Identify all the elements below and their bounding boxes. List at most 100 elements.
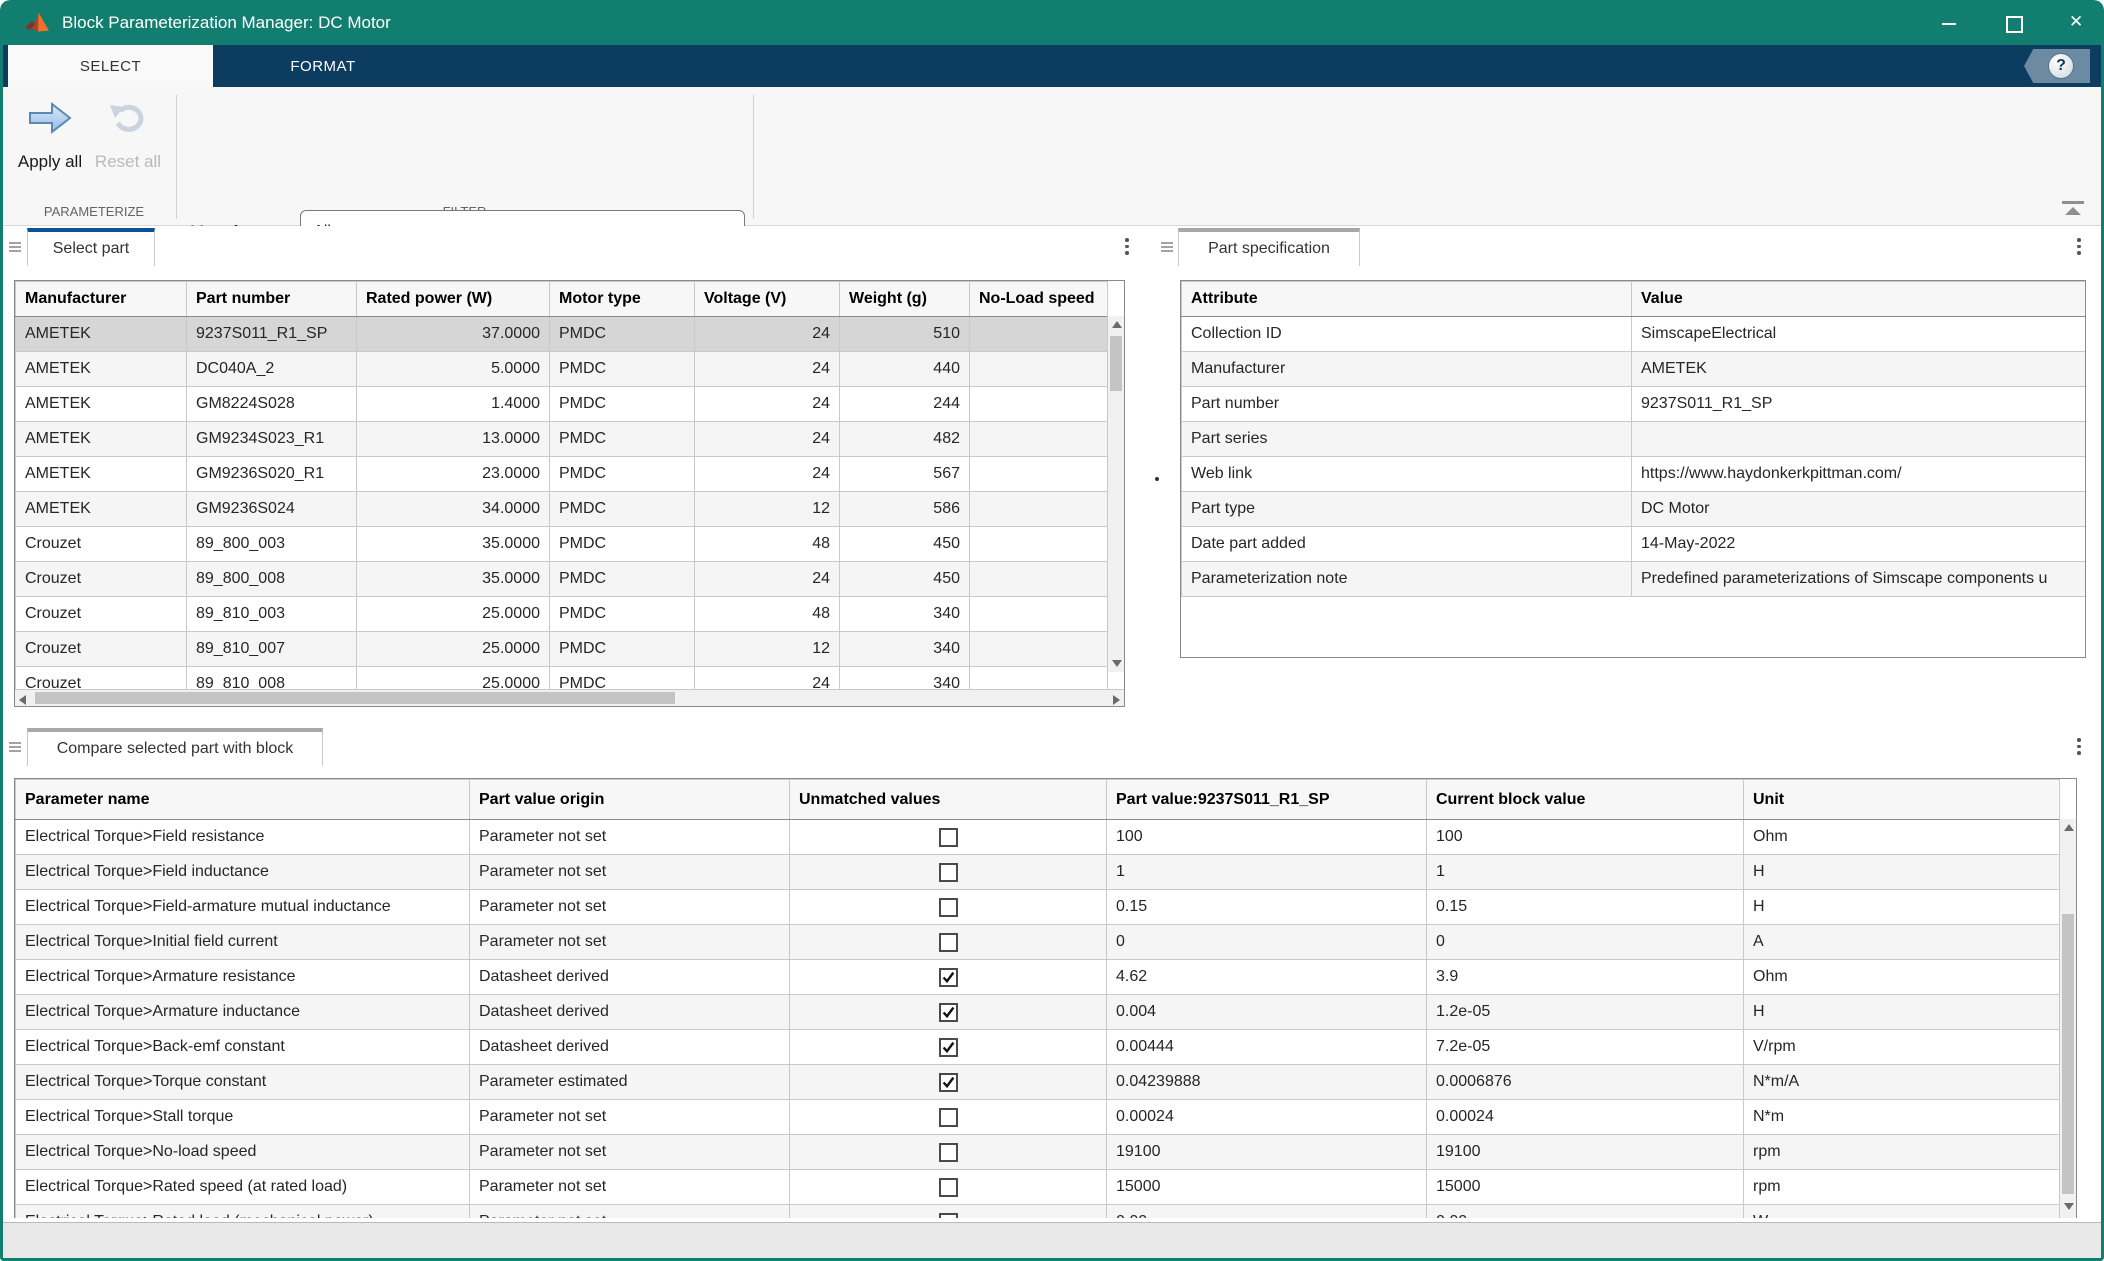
cell-unit: Ohm bbox=[1744, 960, 2060, 995]
window-title: Block Parameterization Manager: DC Motor bbox=[62, 13, 391, 33]
scroll-right-arrow[interactable] bbox=[1107, 690, 1124, 707]
scroll-up-arrow[interactable] bbox=[1108, 316, 1125, 333]
column-header-manufacturer[interactable]: Manufacturer bbox=[16, 282, 187, 317]
compare-row[interactable]: Electrical Torque>Field inductanceParame… bbox=[16, 855, 2060, 890]
parameterize-section-label: PARAMETERIZE bbox=[12, 204, 176, 219]
cell-voltage: 24 bbox=[695, 387, 840, 422]
unchecked-checkbox[interactable] bbox=[939, 1178, 958, 1197]
select-part-horizontal-scrollbar[interactable] bbox=[15, 689, 1124, 706]
select-part-row[interactable]: Crouzet89_800_00335.0000PMDC48450 bbox=[16, 527, 1108, 562]
select-part-row[interactable]: Crouzet89_810_00325.0000PMDC48340 bbox=[16, 597, 1108, 632]
part-specification-row: Part typeDC Motor bbox=[1182, 492, 2086, 527]
column-header-voltage[interactable]: Voltage (V) bbox=[695, 282, 840, 317]
compare-row[interactable]: Electrical Torque>Back-emf constantDatas… bbox=[16, 1030, 2060, 1065]
compare-vertical-scrollbar[interactable] bbox=[2059, 819, 2076, 1218]
column-header-no_load_speed[interactable]: No-Load speed bbox=[970, 282, 1108, 317]
scroll-down-arrow[interactable] bbox=[1108, 655, 1125, 672]
compare-header-row: Parameter namePart value originUnmatched… bbox=[16, 780, 2060, 820]
scrollbar-thumb[interactable] bbox=[1110, 336, 1122, 391]
tab-part-specification[interactable]: Part specification bbox=[1178, 228, 1360, 266]
panel-grip-icon[interactable] bbox=[9, 242, 21, 254]
unchecked-checkbox[interactable] bbox=[939, 898, 958, 917]
reset-all-button[interactable]: Reset all bbox=[92, 99, 164, 183]
panel-splitter-handle[interactable] bbox=[1155, 477, 1159, 481]
cell-value: DC Motor bbox=[1632, 492, 2086, 527]
column-header-rated_power[interactable]: Rated power (W) bbox=[357, 282, 550, 317]
cell-voltage: 24 bbox=[695, 422, 840, 457]
cell-block_value: 0 bbox=[1427, 925, 1744, 960]
select-part-row[interactable]: AMETEKDC040A_25.0000PMDC24440 bbox=[16, 352, 1108, 387]
cell-rated_power: 34.0000 bbox=[357, 492, 550, 527]
cell-attribute: Part series bbox=[1182, 422, 1632, 457]
help-icon[interactable]: ? bbox=[2048, 53, 2074, 79]
scroll-down-arrow[interactable] bbox=[2060, 1198, 2077, 1215]
cell-motor_type: PMDC bbox=[550, 527, 695, 562]
select-part-row[interactable]: AMETEKGM9236S02434.0000PMDC12586 bbox=[16, 492, 1108, 527]
cell-voltage: 24 bbox=[695, 562, 840, 597]
compare-row[interactable]: Electrical Torque>Torque constantParamet… bbox=[16, 1065, 2060, 1100]
scrollbar-thumb[interactable] bbox=[35, 692, 675, 704]
select-part-row[interactable]: AMETEK9237S011_R1_SP37.0000PMDC24510 bbox=[16, 317, 1108, 352]
compare-row[interactable]: Electrical Torque>Rated load (mechanical… bbox=[16, 1205, 2060, 1219]
part-specification-menu-icon[interactable] bbox=[2070, 238, 2088, 260]
select-part-row[interactable]: Crouzet89_800_00835.0000PMDC24450 bbox=[16, 562, 1108, 597]
select-part-row[interactable]: AMETEKGM9236S020_R123.0000PMDC24567 bbox=[16, 457, 1108, 492]
scroll-up-arrow[interactable] bbox=[2060, 819, 2077, 836]
column-header-weight[interactable]: Weight (g) bbox=[840, 282, 970, 317]
tab-select-part[interactable]: Select part bbox=[27, 228, 155, 266]
compare-row[interactable]: Electrical Torque>Rated speed (at rated … bbox=[16, 1170, 2060, 1205]
compare-row[interactable]: Electrical Torque>Stall torqueParameter … bbox=[16, 1100, 2060, 1135]
cell-value: 14-May-2022 bbox=[1632, 527, 2086, 562]
cell-unmatched bbox=[790, 855, 1107, 890]
ribbon-tab-select[interactable]: SELECT bbox=[8, 45, 213, 87]
select-part-menu-icon[interactable] bbox=[1118, 238, 1136, 260]
compare-row[interactable]: Electrical Torque>Field resistanceParame… bbox=[16, 820, 2060, 855]
checked-checkbox[interactable] bbox=[939, 1038, 958, 1057]
maximize-button[interactable] bbox=[2004, 14, 2022, 32]
compare-row[interactable]: Electrical Torque>Armature inductanceDat… bbox=[16, 995, 2060, 1030]
compare-menu-icon[interactable] bbox=[2070, 738, 2088, 760]
select-part-row[interactable]: AMETEKGM8224S0281.4000PMDC24244 bbox=[16, 387, 1108, 422]
cell-value: AMETEK bbox=[1632, 352, 2086, 387]
scroll-left-arrow[interactable] bbox=[15, 690, 32, 707]
panel-grip-icon[interactable] bbox=[1161, 242, 1173, 254]
select-part-row[interactable]: Crouzet89_810_00725.0000PMDC12340 bbox=[16, 632, 1108, 667]
checked-checkbox[interactable] bbox=[939, 1073, 958, 1092]
collapse-ribbon-button[interactable] bbox=[2062, 201, 2084, 215]
select-part-row[interactable]: AMETEKGM9234S023_R113.0000PMDC24482 bbox=[16, 422, 1108, 457]
minimize-button[interactable] bbox=[1940, 14, 1958, 32]
column-header-motor_type[interactable]: Motor type bbox=[550, 282, 695, 317]
unchecked-checkbox[interactable] bbox=[939, 828, 958, 847]
panel-grip-icon[interactable] bbox=[9, 742, 21, 754]
part-specification-row: ManufacturerAMETEK bbox=[1182, 352, 2086, 387]
compare-row[interactable]: Electrical Torque>Field-armature mutual … bbox=[16, 890, 2060, 925]
compare-row[interactable]: Electrical Torque>No-load speedParameter… bbox=[16, 1135, 2060, 1170]
compare-row[interactable]: Electrical Torque>Armature resistanceDat… bbox=[16, 960, 2060, 995]
cell-manufacturer: AMETEK bbox=[16, 387, 187, 422]
ribbon-toolbar: Apply all Reset all PARAMETERIZE FILTER … bbox=[0, 87, 2104, 226]
ribbon-tab-format[interactable]: FORMAT bbox=[233, 45, 413, 87]
checked-checkbox[interactable] bbox=[939, 968, 958, 987]
cell-rated_power: 1.4000 bbox=[357, 387, 550, 422]
apply-all-button[interactable]: Apply all bbox=[12, 99, 88, 183]
unchecked-checkbox[interactable] bbox=[939, 863, 958, 882]
cell-block_value: 0.15 bbox=[1427, 890, 1744, 925]
compare-row[interactable]: Electrical Torque>Initial field currentP… bbox=[16, 925, 2060, 960]
part-specification-row: Part number9237S011_R1_SP bbox=[1182, 387, 2086, 422]
tab-compare[interactable]: Compare selected part with block bbox=[27, 728, 323, 766]
column-header-part_number[interactable]: Part number bbox=[187, 282, 357, 317]
cell-part_value: 0.00024 bbox=[1107, 1100, 1427, 1135]
matlab-logo-icon bbox=[24, 10, 50, 36]
select-part-vertical-scrollbar[interactable] bbox=[1107, 316, 1124, 672]
unchecked-checkbox[interactable] bbox=[939, 1213, 958, 1219]
unchecked-checkbox[interactable] bbox=[939, 1143, 958, 1162]
status-bar bbox=[0, 1222, 2104, 1258]
cell-weight: 450 bbox=[840, 527, 970, 562]
cell-weight: 440 bbox=[840, 352, 970, 387]
unchecked-checkbox[interactable] bbox=[939, 1108, 958, 1127]
close-button[interactable] bbox=[2068, 14, 2086, 32]
checked-checkbox[interactable] bbox=[939, 1003, 958, 1022]
unchecked-checkbox[interactable] bbox=[939, 933, 958, 952]
scrollbar-thumb[interactable] bbox=[2062, 914, 2074, 1194]
cell-parameter: Electrical Torque>Initial field current bbox=[16, 925, 470, 960]
